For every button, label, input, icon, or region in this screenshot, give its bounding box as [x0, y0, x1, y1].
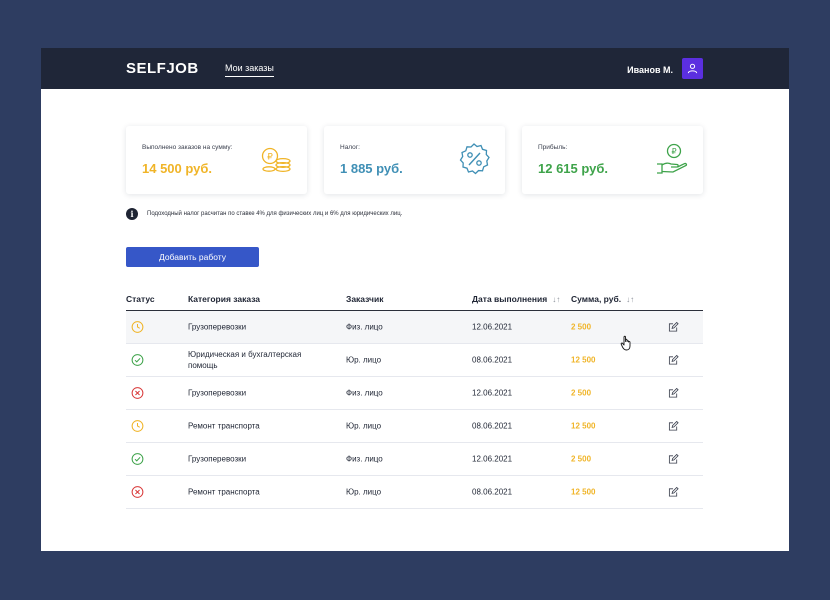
check-circle-icon: [131, 354, 144, 366]
hand-coin-icon: ₽: [657, 143, 688, 174]
cell-client: Физ. лицо: [346, 454, 383, 464]
cell-date: 12.06.2021: [472, 322, 513, 332]
cell-client: Юр. лицо: [346, 487, 382, 497]
cell-date: 08.06.2021: [472, 355, 513, 365]
cell-category: Ремонт транспорта: [188, 487, 260, 497]
card-completed-label: Выполнено заказов на сумму:: [142, 144, 233, 151]
tax-info: i Подоходный налог расчитан по ставке 4%…: [126, 208, 402, 220]
header-status-label: Статус: [126, 294, 155, 304]
hand-cursor-icon: [620, 335, 631, 351]
cell-date: 12.06.2021: [472, 388, 513, 398]
svg-text:₽: ₽: [671, 147, 676, 156]
cell-date: 08.06.2021: [472, 487, 513, 497]
card-tax-label: Налог:: [340, 144, 360, 151]
card-profit-label: Прибыль:: [538, 144, 568, 151]
edit-icon[interactable]: [668, 321, 679, 333]
edit-icon[interactable]: [668, 354, 679, 366]
edit-icon[interactable]: [668, 486, 679, 498]
cell-sum: 2 500: [571, 322, 592, 332]
cell-date: 08.06.2021: [472, 421, 513, 431]
header-date[interactable]: Дата выполнения ↓↑: [472, 294, 560, 304]
table-row[interactable]: Грузоперевозки Физ. лицо 12.06.2021 2 500: [126, 443, 703, 476]
header-date-label: Дата выполнения: [472, 294, 548, 304]
card-completed-value: 14 500 руб.: [142, 161, 213, 176]
header-status: Статус: [126, 294, 155, 304]
logo[interactable]: SELFJOB: [126, 60, 199, 77]
card-profit: Прибыль: 12 615 руб. ₽: [522, 126, 703, 194]
header-sum-label: Сумма, руб.: [571, 294, 622, 304]
cross-circle-icon: [131, 387, 144, 399]
svg-text:₽: ₽: [267, 153, 273, 163]
cell-client: Юр. лицо: [346, 421, 382, 431]
cell-sum: 2 500: [571, 454, 592, 464]
cross-circle-icon: [131, 486, 144, 498]
tax-info-text: Подоходный налог расчитан по ставке 4% д…: [147, 211, 403, 217]
cell-category: Грузоперевозки: [188, 322, 247, 332]
user-name[interactable]: Иванов М.: [627, 65, 673, 75]
table-row[interactable]: Грузоперевозки Физ. лицо 12.06.2021 2 500: [126, 377, 703, 410]
check-circle-icon: [131, 453, 144, 465]
cell-category: Грузоперевозки: [188, 454, 247, 464]
cell-category: Ремонт транспорта: [188, 421, 260, 431]
percent-icon: [459, 143, 490, 175]
card-profit-value: 12 615 руб.: [538, 161, 609, 176]
header-client-label: Заказчик: [346, 294, 384, 304]
clock-icon: [131, 420, 144, 432]
card-tax-value: 1 885 руб.: [340, 161, 403, 176]
cell-sum: 12 500: [571, 487, 596, 497]
table-row[interactable]: Юридическая и бухгалтерская помощь Юр. ли…: [126, 344, 703, 377]
add-work-button[interactable]: Добавить работу: [126, 247, 259, 267]
header-category: Категория заказа: [188, 294, 260, 304]
header-category-label: Категория заказа: [188, 294, 261, 304]
top-header: SELFJOB Мои заказы Иванов М.: [41, 48, 789, 89]
info-icon: i: [126, 208, 138, 220]
cell-category: Грузоперевозки: [188, 388, 247, 398]
nav-link-my-orders[interactable]: Мои заказы: [225, 63, 274, 77]
cell-category: Юридическая и бухгалтерская помощь: [188, 350, 302, 370]
card-completed: Выполнено заказов на сумму: 14 500 руб. …: [126, 126, 307, 194]
coins-icon: ₽: [261, 147, 291, 173]
table-row[interactable]: Ремонт транспорта Юр. лицо 08.06.2021 12 50…: [126, 410, 703, 443]
card-tax: Налог: 1 885 руб.: [324, 126, 505, 194]
avatar[interactable]: [682, 58, 703, 79]
sort-icon[interactable]: ↓↑: [626, 295, 634, 304]
clock-icon: [131, 321, 144, 333]
app-window: SELFJOB Мои заказы Иванов М. Выполнено з…: [41, 48, 789, 551]
table-row[interactable]: Ремонт транспорта Юр. лицо 08.06.2021 12 50…: [126, 476, 703, 509]
cell-client: Юр. лицо: [346, 355, 382, 365]
cell-sum: 12 500: [571, 355, 596, 365]
edit-icon[interactable]: [668, 420, 679, 432]
header-client: Заказчик: [346, 294, 383, 304]
user-icon: [687, 63, 698, 74]
sort-icon[interactable]: ↓↑: [552, 295, 560, 304]
cell-sum: 2 500: [571, 388, 592, 398]
cell-sum: 12 500: [571, 421, 596, 431]
header-sum[interactable]: Сумма, руб. ↓↑: [571, 294, 634, 304]
table-body: Грузоперевозки Физ. лицо 12.06.2021 2 500 Юр…: [126, 311, 703, 509]
edit-icon[interactable]: [668, 387, 679, 399]
edit-icon[interactable]: [668, 453, 679, 465]
cell-date: 12.06.2021: [472, 454, 513, 464]
cell-client: Физ. лицо: [346, 388, 383, 398]
orders-table: Статус Категория заказа Заказчик Дата вы…: [126, 288, 703, 509]
cell-client: Физ. лицо: [346, 322, 383, 332]
table-header: Статус Категория заказа Заказчик Дата вы…: [126, 288, 703, 311]
table-row[interactable]: Грузоперевозки Физ. лицо 12.06.2021 2 500: [126, 311, 703, 344]
